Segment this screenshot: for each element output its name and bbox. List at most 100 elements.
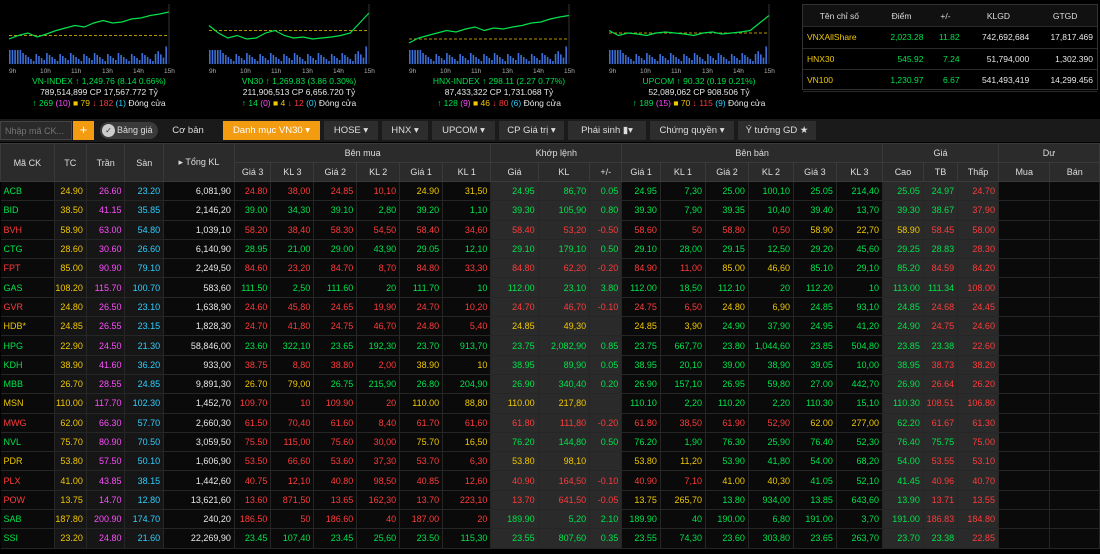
up-arrow-icon: ↑ bbox=[75, 76, 80, 86]
stock-row[interactable]: MBB 26.70 28.55 24.85 9,891,30 26.70 79,00 26.7… bbox=[0, 374, 1100, 395]
add-symbol-button[interactable]: + bbox=[73, 121, 94, 140]
cell: 37,90 bbox=[748, 316, 794, 337]
cell: 23,10 bbox=[538, 277, 591, 298]
index-name: HNX-INDEX bbox=[432, 76, 480, 86]
stock-symbol[interactable]: BVH bbox=[0, 220, 55, 240]
stock-row[interactable]: PDR 53.80 57.50 50.10 1,606,90 53.50 66,60 53.6… bbox=[0, 451, 1100, 472]
index-value: 90.32 (0.19 0.21%) bbox=[683, 76, 756, 86]
tab-phái-sinh[interactable]: Phái sinh ▮▾ bbox=[568, 121, 646, 140]
stock-row[interactable]: NVL 75.70 80.90 70.50 3,059,50 75.50 115,00 75.… bbox=[0, 432, 1100, 453]
stock-symbol[interactable]: KDH bbox=[0, 355, 55, 375]
stock-symbol[interactable]: ACB bbox=[0, 181, 55, 202]
stock-symbol[interactable]: MWG bbox=[0, 413, 55, 433]
cell: 24.80 bbox=[399, 316, 444, 337]
cell: 53.70 bbox=[399, 451, 444, 472]
stock-symbol[interactable]: BID bbox=[0, 200, 55, 221]
cell: 58.40 bbox=[399, 220, 444, 240]
tab-chứng-quyền[interactable]: Chứng quyền ▾ bbox=[650, 121, 734, 140]
stock-row[interactable]: SSI 23.20 24.80 21.60 22,269,90 23.45 107,40 23… bbox=[0, 528, 1100, 549]
cell: 107,40 bbox=[270, 528, 315, 549]
stock-row[interactable]: HDB* 24.85 26.55 23.15 1,828,30 24.70 41,80 24.… bbox=[0, 316, 1100, 337]
cell: 191.00 bbox=[882, 509, 924, 530]
stock-row[interactable]: HPG 22.90 24.50 21.30 58,846,00 23.60 322,10 23… bbox=[0, 335, 1100, 356]
stock-symbol[interactable]: FPT bbox=[0, 258, 55, 279]
stock-row[interactable]: GAS 108.20 115.70 100.70 583,60 111.50 2,50 111… bbox=[0, 277, 1100, 298]
cell: 75.70 bbox=[54, 432, 87, 453]
stock-row[interactable]: PLX 41.00 43.85 38.15 1,442,60 40.75 12,10 40.8… bbox=[0, 470, 1100, 491]
cell: 57.50 bbox=[86, 451, 126, 472]
stock-symbol[interactable]: PLX bbox=[0, 470, 55, 491]
cell: 58.90 bbox=[793, 220, 837, 240]
cell: 13.70 bbox=[399, 490, 444, 511]
tab-danh-mục-vn30[interactable]: Danh mục VN30 ▾ bbox=[223, 121, 320, 140]
stock-symbol[interactable]: GAS bbox=[0, 277, 55, 298]
stock-symbol[interactable]: NVL bbox=[0, 432, 55, 453]
cell: 23.65 bbox=[793, 528, 837, 549]
stock-row[interactable]: MSN 110.00 117.70 102.30 1,452,70 109.70 10 109… bbox=[0, 393, 1100, 414]
cell: 1,638,90 bbox=[163, 297, 235, 318]
cell: 0.35 bbox=[589, 528, 623, 549]
basic-view-button[interactable]: Cơ bản bbox=[162, 121, 214, 140]
stock-row[interactable]: MWG 62.00 66.30 57.70 2,660,30 61.50 70,40 61.6… bbox=[0, 413, 1100, 433]
stock-symbol[interactable]: POW bbox=[0, 490, 55, 511]
index-name: VN30 bbox=[241, 76, 264, 86]
cell: 13.80 bbox=[705, 490, 749, 511]
index-line-chart: 9h 10h 11h 13h 14h 15h bbox=[608, 4, 775, 74]
down-arrow-icon: ↓ bbox=[287, 98, 292, 108]
stock-symbol[interactable]: MSN bbox=[0, 393, 55, 414]
price-board-toggle[interactable]: ✓ Bảng giá bbox=[100, 122, 158, 139]
stock-row[interactable]: KDH 38.90 41.60 36.20 933,00 38.75 8,80 38.80 2,… bbox=[0, 355, 1100, 375]
tab-ý-tưởng-gd[interactable]: Ý tưởng GD ★ bbox=[738, 121, 816, 140]
cell: 0.80 bbox=[589, 200, 623, 221]
cell bbox=[998, 316, 1051, 337]
stock-symbol[interactable]: HPG bbox=[0, 335, 55, 356]
tab-cp-giá-trị[interactable]: CP Giá trị ▾ bbox=[499, 121, 564, 140]
cell: 75.00 bbox=[957, 432, 999, 453]
stock-row[interactable]: BVH 58.90 63.00 54.80 1,039,10 58.20 38,40 58.3… bbox=[0, 220, 1100, 240]
cell: 934,00 bbox=[748, 490, 794, 511]
stock-symbol[interactable]: SAB bbox=[0, 509, 55, 530]
cell: 68,20 bbox=[836, 451, 884, 472]
stock-row[interactable]: CTG 28.60 30.60 26.60 6,140,90 28.95 21,00 29.0… bbox=[0, 239, 1100, 260]
tab-hnx[interactable]: HNX ▾ bbox=[382, 121, 428, 140]
index-chart-hnx-index[interactable]: 9h 10h 11h 13h 14h 15h HNX-INDEX ↑ 298.11 (2.… bbox=[404, 4, 594, 108]
stock-row[interactable]: GVR 24.80 26.50 23.10 1,638,90 24.60 45,80 24.6… bbox=[0, 297, 1100, 318]
stock-row[interactable]: POW 13.75 14.70 12.80 13,621,60 13.60 871,50 13… bbox=[0, 490, 1100, 511]
adv-count: 128 bbox=[443, 98, 458, 108]
index-chart-upcom[interactable]: 9h 10h 11h 13h 14h 15h UPCOM ↑ 90.32 (0.19 0.… bbox=[604, 4, 794, 108]
cell: 24.80 bbox=[54, 297, 87, 318]
stock-symbol[interactable]: PDR bbox=[0, 451, 55, 472]
tab-hose[interactable]: HOSE ▾ bbox=[324, 121, 378, 140]
cell: 0,50 bbox=[748, 220, 794, 240]
stock-row[interactable]: BID 38.50 41.15 35.85 2,146,20 39.00 34,30 39.1… bbox=[0, 200, 1100, 221]
cell bbox=[1049, 413, 1100, 433]
cell: 57.70 bbox=[124, 413, 165, 433]
cell: 58.45 bbox=[923, 220, 959, 240]
symbol-search-input[interactable] bbox=[0, 121, 72, 140]
stock-symbol[interactable]: MBB bbox=[0, 374, 55, 395]
summary-row[interactable]: VN100 1,230.97 6.67 541,493,419 14,299.456 bbox=[803, 69, 1097, 92]
stock-symbol[interactable]: HDB* bbox=[0, 316, 55, 337]
stock-row[interactable]: SAB 187.80 200.90 174.70 240,20 186.50 50 186.6… bbox=[0, 509, 1100, 530]
index-chart-vn-index[interactable]: 9h 10h 11h 13h 14h 15h VN-INDEX ↑ 1,249.76 (8… bbox=[4, 4, 194, 108]
tab-upcom[interactable]: UPCOM ▾ bbox=[432, 121, 495, 140]
stock-row[interactable]: ACB 24.90 26.60 23.20 6,081,90 24.80 38,00 24.8… bbox=[0, 181, 1100, 202]
stock-symbol[interactable]: CTG bbox=[0, 239, 55, 260]
cell: 23.85 bbox=[882, 335, 924, 356]
ref-square-icon: ■ bbox=[673, 98, 679, 108]
cell: 23.60 bbox=[705, 528, 749, 549]
stock-row[interactable]: FPT 85.00 90.90 79.10 2,249,50 84.60 23,20 84.7… bbox=[0, 258, 1100, 279]
summary-row[interactable]: HNX30 545.92 7.24 51,794,000 1,302.390 bbox=[803, 48, 1097, 70]
cell: 89,90 bbox=[538, 355, 591, 375]
col-header: KL 2 bbox=[356, 162, 401, 182]
index-chart-vn30[interactable]: 9h 10h 11h 13h 14h 15h VN30 ↑ 1,269.83 (3.86 … bbox=[204, 4, 394, 108]
time-tick: 15h bbox=[164, 68, 175, 74]
cell: 80.90 bbox=[86, 432, 126, 453]
cell: 111.50 bbox=[234, 277, 272, 298]
summary-row[interactable]: VNXAllShare 2,023.28 11.82 742,692,684 17,81… bbox=[803, 26, 1097, 49]
cell: 22.85 bbox=[957, 528, 999, 549]
market-overview: 9h 10h 11h 13h 14h 15h VN-INDEX ↑ 1,249.76 (8… bbox=[0, 0, 1100, 114]
stock-symbol[interactable]: GVR bbox=[0, 297, 55, 318]
cell: 63.00 bbox=[86, 220, 126, 240]
stock-symbol[interactable]: SSI bbox=[0, 528, 55, 549]
